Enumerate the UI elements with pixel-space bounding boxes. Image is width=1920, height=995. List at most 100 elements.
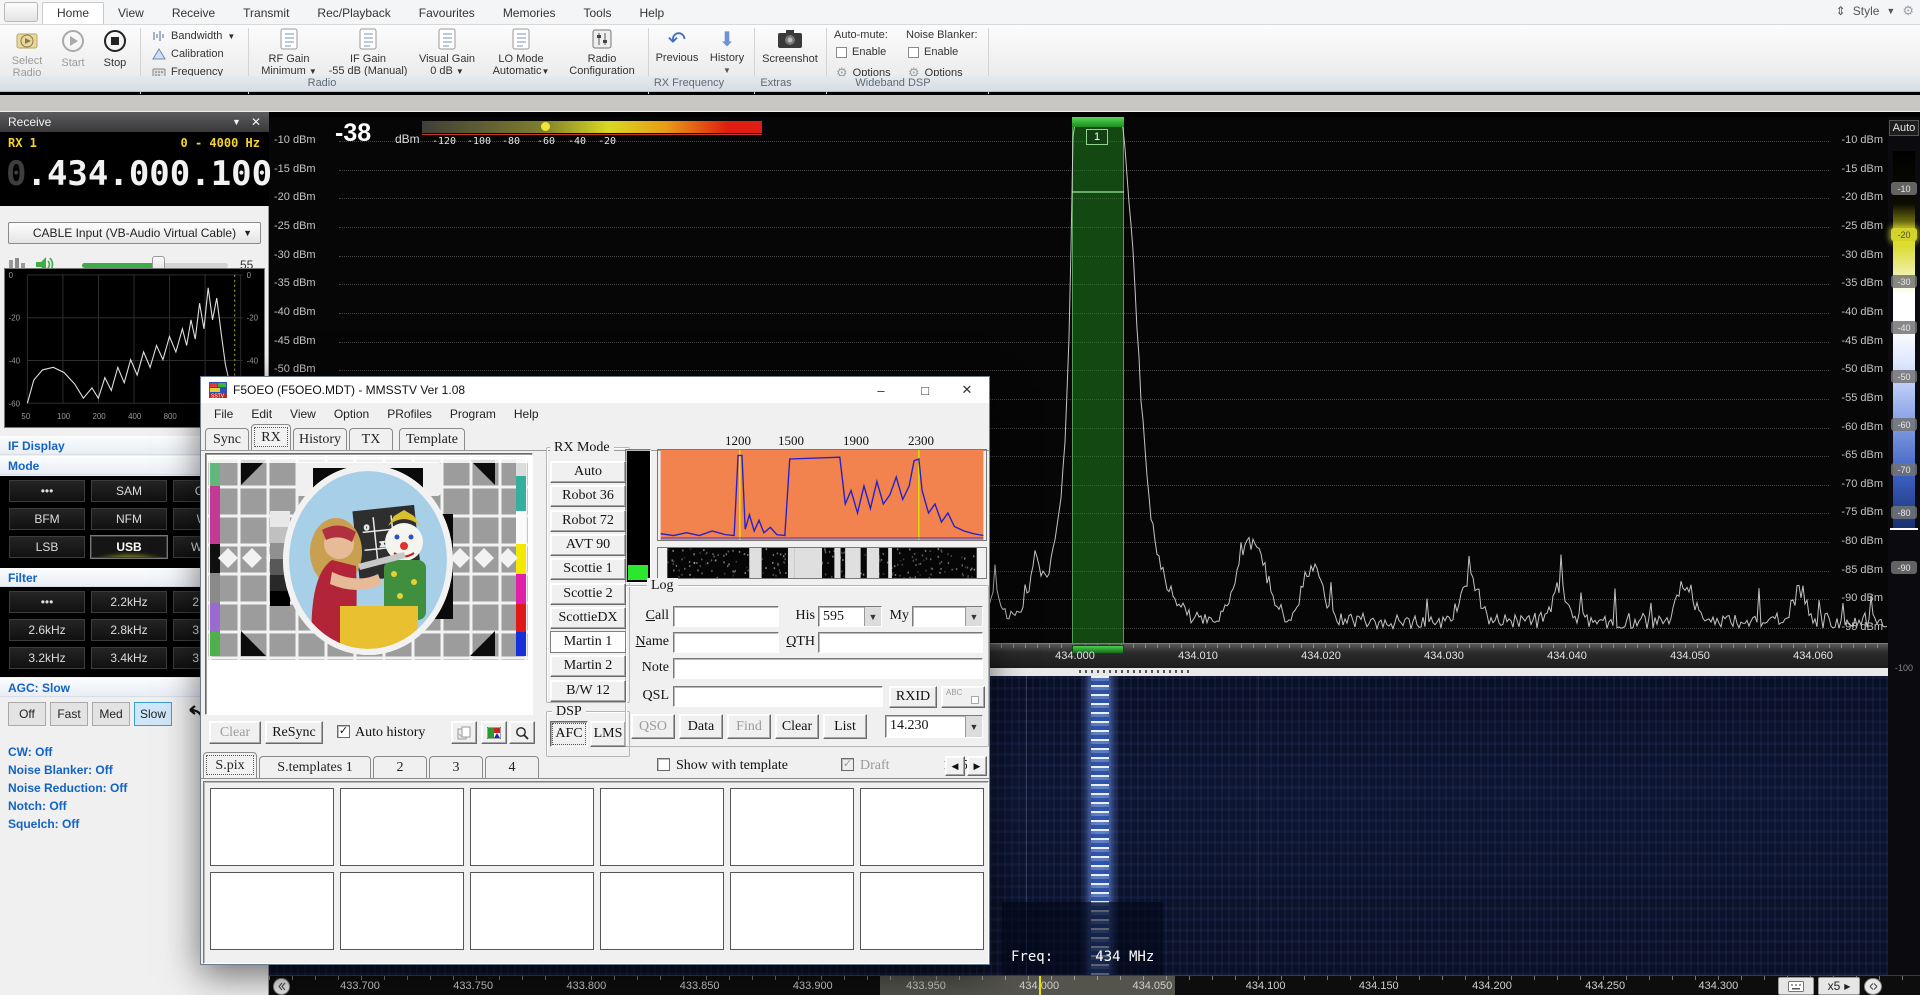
agc-button-fast[interactable]: Fast (50, 702, 88, 726)
afc-toggle-button[interactable]: AFC (550, 721, 588, 747)
rx-image-frame[interactable]: ox (205, 453, 533, 715)
status-cw-off[interactable]: CW: Off (8, 745, 52, 759)
scale-chip-50[interactable]: -50 (1891, 370, 1917, 383)
waterfall-colour-scale[interactable]: Auto -10-20-30-40-50-60-70-80-90-100 (1888, 117, 1920, 975)
call-input[interactable] (673, 606, 779, 627)
filter-button-3-4khz[interactable]: 3.4kHz (90, 646, 168, 670)
band-frequency-combo[interactable]: 14.230▼ (885, 715, 983, 738)
mode-button-bfm[interactable]: BFM (8, 507, 86, 531)
style-label[interactable]: Style (1853, 4, 1880, 18)
audio-device-select[interactable]: CABLE Input (VB-Audio Virtual Cable) ▼ (8, 222, 261, 244)
abc-spellcheck-button[interactable]: ABC (941, 686, 985, 708)
menu-view[interactable]: View (281, 407, 325, 421)
mode-button-item[interactable]: ••• (8, 479, 86, 503)
ribbon-tab-favourites[interactable]: Favourites (405, 3, 489, 24)
visual-gain-button[interactable]: Visual Gain0 dB ▼ (412, 28, 482, 78)
tuned-frequency-value[interactable]: 0.434.000.100 (6, 154, 272, 194)
frequency-lcd[interactable]: RX 1 0 - 4000 Hz 0.434.000.100 (0, 132, 269, 206)
ribbon-tab-rec-playback[interactable]: Rec/Playback (303, 3, 404, 24)
sstv-audio-spectrum[interactable] (657, 449, 987, 541)
settings-gear-icon[interactable]: ⚙ (1902, 3, 1914, 19)
menu-file[interactable]: File (205, 407, 242, 421)
stop-button[interactable]: Stop (96, 28, 134, 69)
filter-button-2-6khz[interactable]: 2.6kHz (8, 618, 86, 642)
band-navigation-bar[interactable]: x5▶ 433.700433.750433.800433.850433.9004… (269, 975, 1920, 995)
lo-mode-button[interactable]: LO ModeAutomatic▼ (486, 28, 556, 78)
rx-mode-scottiedx[interactable]: ScottieDX (550, 607, 626, 629)
rx-mode-auto[interactable]: Auto (550, 461, 626, 483)
keypad-button[interactable] (1778, 977, 1814, 995)
minimize-button[interactable]: – (861, 377, 901, 403)
zoom-level-button[interactable]: x5▶ (1818, 977, 1860, 995)
channel-marker-cap[interactable] (1072, 117, 1124, 127)
previous-button[interactable]: ↶ Previous (652, 28, 702, 64)
rx-mode-scottie-2[interactable]: Scottie 2 (550, 583, 626, 605)
rx-mode-scottie-1[interactable]: Scottie 1 (550, 558, 626, 580)
scale-chip-70[interactable]: -70 (1891, 463, 1917, 476)
agc-button-med[interactable]: Med (92, 702, 130, 726)
qsl-input[interactable] (673, 686, 883, 707)
log-clear-button[interactable]: Clear (775, 714, 819, 739)
mode-button-sam[interactable]: SAM (90, 479, 168, 503)
page-next-button[interactable]: ▶ (967, 756, 987, 776)
template-thumbnail[interactable] (860, 788, 984, 866)
show-with-template-checkbox[interactable] (657, 758, 670, 771)
tab-sync[interactable]: Sync (205, 428, 249, 450)
noise-blanker-enable-checkbox[interactable]: Enable (908, 46, 958, 58)
image-clear-button[interactable]: Clear (209, 721, 261, 744)
my-rst-combo[interactable]: ▼ (912, 606, 983, 627)
mode-button-nfm[interactable]: NFM (90, 507, 168, 531)
agc-button-slow[interactable]: Slow (134, 702, 172, 726)
data-button[interactable]: Data (679, 714, 723, 739)
template-thumbnail[interactable] (730, 788, 854, 866)
resync-button[interactable]: ReSync (265, 721, 323, 744)
page-previous-button[interactable]: ◀ (945, 756, 965, 776)
scale-chip-60[interactable]: -60 (1891, 418, 1917, 431)
app-window-icon[interactable] (4, 2, 38, 22)
template-thumbnail[interactable] (600, 872, 724, 950)
start-button[interactable]: Start (54, 28, 92, 69)
rf-gain-button[interactable]: RF GainMinimum ▼ (256, 28, 322, 78)
scale-chip-80[interactable]: -80 (1891, 506, 1917, 519)
qth-input[interactable] (818, 632, 983, 653)
auto-history-checkbox[interactable]: ✓ (337, 725, 350, 738)
pix-tab-2[interactable]: 2 (373, 756, 427, 778)
rx-mode-robot-36[interactable]: Robot 36 (550, 485, 626, 507)
menu-profiles[interactable]: PRofiles (378, 407, 441, 421)
mmsstv-window[interactable]: SSTV F5OEO (F5OEO.MDT) - MMSSTV Ver 1.08… (200, 376, 990, 965)
status-squelch-off[interactable]: Squelch: Off (8, 817, 79, 831)
scale-chip-90[interactable]: -90 (1891, 561, 1917, 574)
scale-chip-10[interactable]: -10 (1891, 182, 1917, 195)
his-rst-combo[interactable]: 595▼ (818, 606, 882, 627)
note-input[interactable] (673, 658, 983, 679)
chevron-down-icon[interactable]: ▼ (864, 607, 881, 626)
template-thumbnail[interactable] (600, 788, 724, 866)
draft-checkbox[interactable]: ✓ (841, 758, 854, 771)
close-icon[interactable]: ✕ (251, 115, 261, 129)
auto-mute-enable-checkbox[interactable]: Enable (836, 46, 886, 58)
style-dropdown-icon[interactable]: ▼ (1886, 6, 1895, 16)
list-button[interactable]: List (823, 714, 867, 739)
filter-button-item[interactable]: ••• (8, 590, 86, 614)
magnifier-button[interactable] (509, 721, 535, 744)
template-thumbnail[interactable] (210, 788, 334, 866)
mode-button-usb[interactable]: USB (90, 535, 168, 559)
auto-scale-button[interactable]: Auto (1889, 120, 1919, 136)
collapse-ribbon-icon[interactable]: ⇕ (1836, 4, 1846, 18)
mode-button-lsb[interactable]: LSB (8, 535, 86, 559)
template-thumbnail[interactable] (470, 872, 594, 950)
ribbon-tab-receive[interactable]: Receive (158, 3, 229, 24)
span-reset-button[interactable] (1864, 978, 1882, 995)
ribbon-tab-help[interactable]: Help (626, 3, 679, 24)
agc-button-off[interactable]: Off (8, 702, 46, 726)
select-radio-button[interactable]: SelectRadio (4, 28, 50, 79)
calibration-button[interactable]: Calibration (152, 48, 224, 60)
tab-rx[interactable]: RX (251, 424, 291, 450)
filter-button-2-2khz[interactable]: 2.2kHz (90, 590, 168, 614)
filter-button-2-8khz[interactable]: 2.8kHz (90, 618, 168, 642)
ribbon-tab-memories[interactable]: Memories (489, 3, 570, 24)
find-button[interactable]: Find (727, 714, 771, 739)
status-notch-off[interactable]: Notch: Off (8, 799, 67, 813)
template-thumbnail[interactable] (210, 872, 334, 950)
chevron-down-icon[interactable]: ▼ (232, 117, 241, 127)
